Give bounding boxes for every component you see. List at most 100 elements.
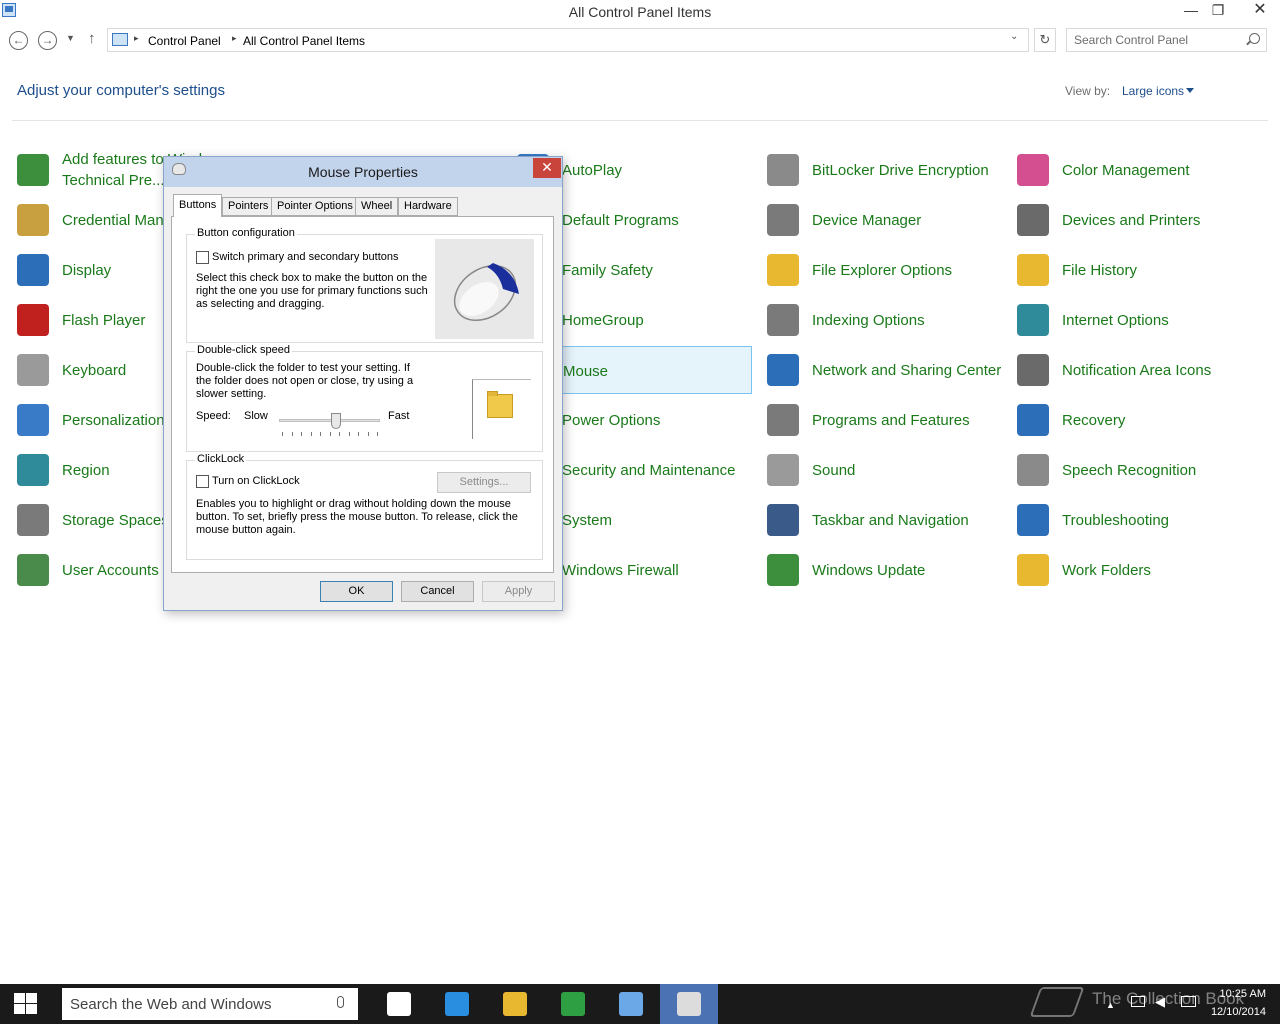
back-arrow-icon[interactable]: ← [9, 31, 28, 50]
breadcrumb-all-items[interactable]: All Control Panel Items [243, 34, 365, 48]
control-panel-item[interactable]: File Explorer Options [762, 246, 1002, 294]
minimize-button[interactable]: — [1176, 0, 1206, 22]
refresh-icon[interactable]: ↻ [1034, 28, 1056, 52]
control-panel-item[interactable]: Speech Recognition [1012, 446, 1252, 494]
taskbar-search-input[interactable] [62, 988, 322, 1020]
microphone-icon[interactable] [337, 996, 344, 1008]
tab-pointers[interactable]: Pointers [222, 197, 275, 216]
search-input[interactable] [1067, 29, 1242, 51]
view-by-caret-icon[interactable] [1186, 88, 1194, 93]
taskbar-navigation-icon [767, 504, 799, 536]
speed-slider-track[interactable] [279, 413, 380, 429]
taskbar-app-button[interactable] [660, 984, 718, 1024]
control-panel-item-label: Work Folders [1062, 561, 1151, 579]
test-folder-icon[interactable] [472, 379, 531, 439]
slider-tick [282, 432, 283, 436]
show-hidden-icons-icon[interactable]: ▲ [1106, 1000, 1115, 1010]
switch-buttons-checkbox[interactable] [196, 251, 209, 264]
ok-button[interactable]: OK [320, 581, 393, 602]
control-panel-item-label: Device Manager [812, 211, 922, 229]
slider-tick [329, 432, 331, 436]
control-panel-item-label: Windows Update [812, 561, 926, 579]
control-panel-item[interactable]: Programs and Features [762, 396, 1002, 444]
control-panel-item[interactable]: Troubleshooting [1012, 496, 1252, 544]
close-button[interactable]: ✕ [1240, 0, 1280, 22]
forward-arrow-icon[interactable]: → [38, 31, 57, 50]
speech-recognition-icon [1017, 454, 1049, 486]
control-panel-item[interactable]: File History [1012, 246, 1252, 294]
control-panel-item-label: Windows Firewall [562, 561, 679, 579]
network-icon[interactable] [1131, 996, 1145, 1007]
control-panel-item-label: Taskbar and Navigation [812, 511, 969, 529]
slider-tick [291, 432, 293, 436]
control-panel-item-label: Internet Options [1062, 311, 1169, 329]
breadcrumb-separator-icon[interactable]: ▸ [134, 33, 139, 44]
apply-button[interactable]: Apply [482, 581, 555, 602]
button-configuration-group: Button configuration Switch primary and … [186, 227, 543, 343]
control-panel-item-label: Family Safety [562, 261, 653, 279]
switch-buttons-label[interactable]: Switch primary and secondary buttons [212, 251, 398, 264]
taskbar-app-button[interactable] [370, 984, 428, 1024]
breadcrumb-control-panel[interactable]: Control Panel [148, 34, 221, 48]
control-panel-item-label: System [562, 511, 613, 529]
control-panel-item[interactable]: Color Management [1012, 146, 1252, 194]
maximize-button[interactable]: ❐ [1203, 0, 1233, 22]
watermark-book-icon [1029, 987, 1085, 1017]
control-panel-item-label: Security and Maintenance [562, 461, 736, 479]
control-panel-item[interactable]: BitLocker Drive Encryption [762, 146, 1002, 194]
control-panel-item-label: Power Options [562, 411, 661, 429]
taskbar-app-button[interactable] [544, 984, 602, 1024]
control-panel-item[interactable]: Devices and Printers [1012, 196, 1252, 244]
sound-icon [767, 454, 799, 486]
up-arrow-icon[interactable]: ↑ [88, 30, 96, 47]
control-panel-item[interactable]: Device Manager [762, 196, 1002, 244]
dialog-close-button[interactable]: ✕ [533, 158, 561, 178]
control-panel-item[interactable]: Internet Options [1012, 296, 1252, 344]
dialog-titlebar[interactable]: Mouse Properties ✕ [164, 157, 562, 187]
slider-tick [348, 432, 350, 436]
windows-start-icon[interactable] [0, 984, 50, 1024]
file-history-icon [1017, 254, 1049, 286]
volume-icon[interactable]: ◀ [1155, 994, 1165, 1010]
slider-tick [358, 432, 359, 436]
file-explorer-options-icon [767, 254, 799, 286]
view-by-dropdown[interactable]: Large icons [1122, 84, 1184, 98]
search-icon[interactable] [1249, 33, 1260, 44]
internet-options-icon [1017, 304, 1049, 336]
control-panel-item[interactable]: Indexing Options [762, 296, 1002, 344]
control-panel-item-label: Speech Recognition [1062, 461, 1197, 479]
file-explorer-icon [503, 992, 527, 1016]
display-icon [17, 254, 49, 286]
tab-wheel[interactable]: Wheel [355, 197, 399, 216]
control-panel-item[interactable]: Taskbar and Navigation [762, 496, 1002, 544]
tab-panel-buttons: Button configuration Switch primary and … [171, 216, 554, 573]
control-panel-item-label: Mouse [563, 362, 609, 380]
clicklock-settings-button[interactable]: Settings... [437, 472, 531, 493]
bitlocker-icon [767, 154, 799, 186]
control-panel-item[interactable]: Windows Update [762, 546, 1002, 594]
address-dropdown-icon[interactable]: ⌄ [1010, 31, 1018, 42]
breadcrumb-separator-icon[interactable]: ▸ [232, 33, 237, 44]
tab-buttons[interactable]: Buttons [173, 194, 223, 217]
taskbar-app-button[interactable] [486, 984, 544, 1024]
clock-time[interactable]: 10:25 AM [1190, 988, 1266, 1000]
control-panel-item[interactable]: Sound [762, 446, 1002, 494]
cancel-button[interactable]: Cancel [401, 581, 474, 602]
troubleshooting-icon [1017, 504, 1049, 536]
tab-hardware[interactable]: Hardware [398, 197, 458, 216]
fast-label: Fast [388, 410, 410, 422]
tab-pointer-options[interactable]: Pointer Options [271, 197, 359, 216]
control-panel-item[interactable]: Network and Sharing Center [762, 346, 1002, 394]
clock-date[interactable]: 12/10/2014 [1190, 1006, 1266, 1018]
taskbar-app-button[interactable] [602, 984, 660, 1024]
user-accounts-icon [17, 554, 49, 586]
address-box[interactable]: ▸ Control Panel ▸ All Control Panel Item… [107, 28, 1029, 52]
clicklock-label[interactable]: Turn on ClickLock [212, 475, 300, 488]
clicklock-checkbox[interactable] [196, 475, 209, 488]
speed-slider-thumb[interactable] [331, 413, 341, 429]
control-panel-item[interactable]: Recovery [1012, 396, 1252, 444]
taskbar-app-button[interactable] [428, 984, 486, 1024]
control-panel-item[interactable]: Notification Area Icons [1012, 346, 1252, 394]
recent-locations-chevron-icon[interactable]: ▼ [66, 33, 75, 43]
control-panel-item[interactable]: Work Folders [1012, 546, 1252, 594]
